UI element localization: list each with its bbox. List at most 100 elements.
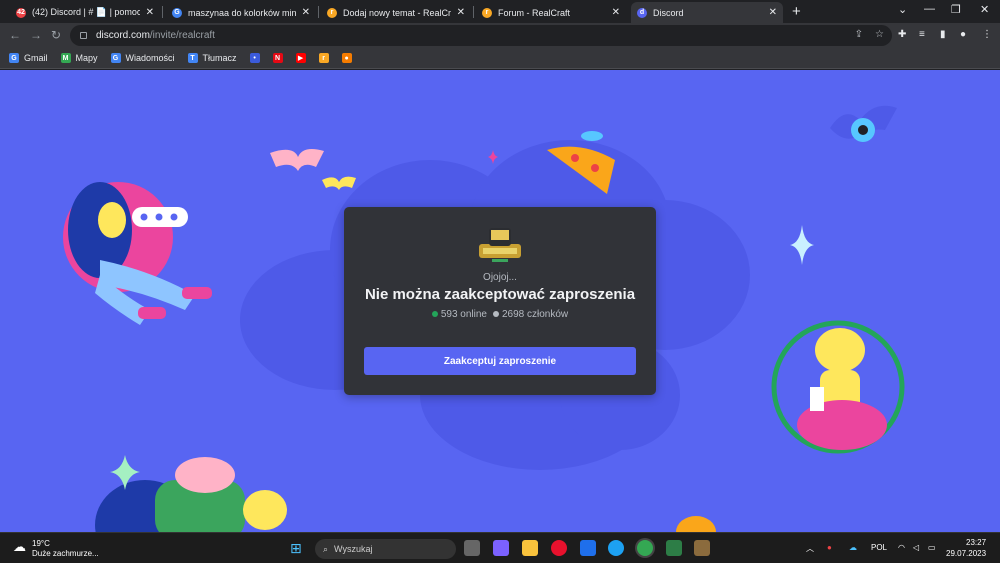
browser-toolbar: ← → ↻ discord.com/invite/realcraft ⇪ ☆ ✚… bbox=[0, 23, 1000, 48]
browser-tab[interactable]: r Dodaj nowy temat - RealCraft ✕ bbox=[321, 2, 471, 23]
minimize-button[interactable]: — bbox=[924, 3, 935, 15]
close-tab-icon[interactable]: ✕ bbox=[457, 7, 465, 18]
tab-title: Forum - RealCraft bbox=[498, 7, 571, 18]
bookmark-item[interactable]: ▶ bbox=[295, 53, 306, 63]
new-tab-button[interactable]: + bbox=[792, 3, 801, 20]
character-peek-icon bbox=[676, 516, 716, 532]
tab-search-chevron-icon[interactable]: ⌄ bbox=[898, 3, 907, 16]
tab-favicon-icon: d bbox=[637, 7, 647, 18]
side-panel-icon[interactable]: ▮ bbox=[940, 29, 946, 40]
online-count: 593 online bbox=[431, 309, 487, 320]
online-dot-icon bbox=[431, 311, 438, 317]
bookmark-label: Gmail bbox=[24, 53, 48, 63]
bookmarks-bar: G Gmail M Mapy G Wiadomości T Tłumacz • N ▶ r ● bbox=[0, 48, 1000, 69]
address-bar[interactable]: discord.com/invite/realcraft ⇪ ☆ bbox=[70, 25, 892, 46]
tray-app-icon[interactable]: ● bbox=[827, 543, 832, 552]
close-tab-icon[interactable]: ✕ bbox=[302, 7, 310, 18]
tab-favicon-icon: G bbox=[172, 7, 182, 18]
back-icon[interactable]: ← bbox=[9, 28, 21, 42]
reading-list-icon[interactable]: ≡ bbox=[919, 29, 925, 40]
close-tab-icon[interactable]: ✕ bbox=[612, 7, 620, 18]
edge-icon[interactable] bbox=[608, 540, 624, 556]
flying-book-small-icon bbox=[322, 176, 356, 190]
windows-start-icon[interactable]: ⊞ bbox=[290, 540, 302, 557]
bookmark-item[interactable]: r bbox=[318, 53, 329, 63]
reload-icon[interactable]: ↻ bbox=[51, 28, 61, 42]
store-icon[interactable] bbox=[580, 540, 596, 556]
member-count-text: 2698 członków bbox=[502, 309, 569, 320]
accept-invite-button[interactable]: Zaakceptuj zaproszenie bbox=[364, 347, 636, 375]
browser-tab[interactable]: 42 (42) Discord | # 📄 | pomoc-d04 ✕ bbox=[10, 2, 160, 23]
taskbar-clock[interactable]: 23:27 29.07.2023 bbox=[946, 537, 986, 559]
extensions-icon[interactable]: ✚ bbox=[898, 29, 906, 40]
bookmark-item[interactable]: ● bbox=[341, 53, 352, 63]
server-avatar-icon bbox=[479, 228, 521, 262]
volume-icon[interactable]: ◁ bbox=[913, 543, 919, 552]
tray-chevron-icon[interactable]: ︿ bbox=[806, 543, 814, 554]
battery-icon[interactable]: ▭ bbox=[928, 543, 936, 552]
close-tab-icon[interactable]: ✕ bbox=[769, 7, 777, 18]
weather-description: Duże zachmurze... bbox=[32, 549, 99, 558]
bat-creature-icon bbox=[830, 105, 897, 142]
invite-pre-title: Ojojoj... bbox=[483, 272, 517, 283]
sparkle-small-icon bbox=[488, 150, 498, 164]
opera-icon[interactable] bbox=[551, 540, 567, 556]
tab-title: Discord bbox=[653, 7, 684, 18]
lock-icon[interactable] bbox=[80, 32, 87, 39]
character-illustration-right bbox=[771, 320, 905, 454]
tab-favicon-icon: r bbox=[482, 7, 492, 18]
app-icon[interactable] bbox=[666, 540, 682, 556]
bookmark-item[interactable]: G Wiadomości bbox=[110, 53, 175, 63]
bookmark-blue-icon: • bbox=[249, 53, 260, 63]
cloudy-weather-icon: ☁ bbox=[13, 539, 26, 554]
task-view-icon[interactable] bbox=[464, 540, 480, 556]
file-explorer-icon[interactable] bbox=[522, 540, 538, 556]
member-count: 2698 członków bbox=[493, 309, 568, 320]
chrome-icon[interactable] bbox=[637, 540, 653, 556]
bookmark-item[interactable]: T Tłumacz bbox=[187, 53, 237, 63]
menu-icon[interactable]: ⋮ bbox=[982, 29, 992, 40]
wifi-icon[interactable]: ◠ bbox=[898, 543, 905, 552]
character-illustration-bottom bbox=[95, 455, 287, 532]
online-count-text: 593 online bbox=[440, 309, 487, 320]
clock-time: 23:27 bbox=[966, 538, 987, 547]
discord-invite-page: Ojojoj... Nie można zaakceptować zaprosz… bbox=[0, 70, 1000, 532]
weather-widget[interactable]: ☁ 19°C Duże zachmurze... bbox=[13, 539, 99, 559]
weather-temperature: 19°C bbox=[32, 539, 50, 548]
pizza-slice-icon bbox=[547, 146, 615, 194]
profile-icon[interactable]: ● bbox=[960, 29, 966, 40]
forward-icon[interactable]: → bbox=[30, 28, 42, 42]
tab-title: maszynaa do kolorków minecraft bbox=[188, 7, 296, 18]
taskbar-search[interactable]: ⌕ Wyszukaj bbox=[315, 539, 456, 559]
tab-favicon-icon: r bbox=[327, 7, 337, 18]
bookmark-star-icon[interactable]: ☆ bbox=[875, 29, 884, 40]
onedrive-icon[interactable]: ☁ bbox=[849, 543, 857, 552]
search-placeholder: Wyszukaj bbox=[334, 544, 373, 554]
gmail-icon: G bbox=[9, 53, 19, 63]
share-icon[interactable]: ⇪ bbox=[855, 29, 863, 40]
invite-card: Ojojoj... Nie można zaakceptować zaprosz… bbox=[344, 207, 656, 395]
language-indicator[interactable]: POL bbox=[871, 543, 887, 552]
server-stats: 593 online 2698 członków bbox=[344, 309, 656, 320]
tab-title: Dodaj nowy temat - RealCraft bbox=[343, 7, 451, 18]
bookmark-item[interactable]: • bbox=[249, 53, 260, 63]
clock-date: 29.07.2023 bbox=[946, 549, 987, 558]
browser-tab[interactable]: d Discord ✕ bbox=[631, 2, 783, 23]
maximize-button[interactable]: ❐ bbox=[951, 3, 961, 16]
browser-tab[interactable]: Gmaszynaa do kolorków minecraft ✕ bbox=[166, 2, 316, 23]
character-illustration-left bbox=[63, 182, 212, 325]
browser-tab[interactable]: r Forum - RealCraft ✕ bbox=[476, 2, 626, 23]
windows-taskbar: ☁ 19°C Duże zachmurze... ⊞ ⌕ Wyszukaj ︿ … bbox=[0, 532, 1000, 563]
tab-favicon-icon: 42 bbox=[16, 7, 26, 18]
sparkle-icon bbox=[790, 225, 814, 265]
close-tab-icon[interactable]: ✕ bbox=[146, 7, 154, 18]
news-icon: G bbox=[110, 53, 121, 63]
bookmark-item[interactable]: M Mapy bbox=[60, 53, 98, 63]
realcraft-icon: r bbox=[318, 53, 329, 63]
close-window-button[interactable]: ✕ bbox=[980, 3, 989, 16]
teams-chat-icon[interactable] bbox=[493, 540, 509, 556]
url-path: /invite/realcraft bbox=[149, 30, 215, 41]
bookmark-item[interactable]: N bbox=[272, 53, 283, 63]
bookmark-item[interactable]: G Gmail bbox=[9, 53, 48, 63]
minecraft-icon[interactable] bbox=[694, 540, 710, 556]
